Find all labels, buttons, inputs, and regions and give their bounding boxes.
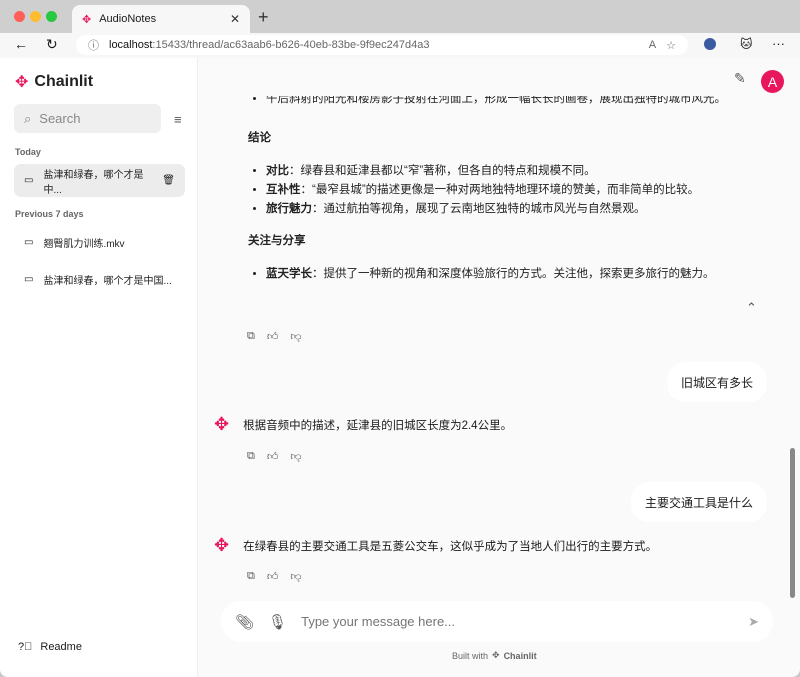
thread-item[interactable]: ▭ 翘臀肌力训练.mkv (14, 226, 185, 259)
thread-title: 盐津和绿春，哪个才是中... (43, 169, 144, 196)
chainlit-logo-icon: ✥ (492, 650, 500, 660)
chainlit-avatar-icon: ✥ (214, 535, 230, 555)
address-bar[interactable]: ⓘ localhost:15433/thread/ac63aab6-b626-4… (76, 35, 688, 55)
sidebar: ✥ Chainlit ⌕ Search ≡ Today ▭ 盐津和绿春，哪个才是中..… (0, 58, 198, 677)
copy-icon[interactable]: ⧉ (247, 570, 255, 583)
search-input[interactable]: ⌕ Search (14, 104, 161, 133)
copy-icon[interactable]: ⧉ (247, 450, 255, 463)
group-label-today: Today (15, 147, 41, 157)
assistant-message: ✥ 在绿春县的主要交通工具是五菱公交车，这似乎成为了当地人们出行的主要方式。 (214, 535, 657, 556)
list-item: 旅行魅力：通过航拍等视角，展现了云南地区独特的城市风光与自然景观。 (266, 200, 699, 219)
tab-title: AudioNotes (99, 13, 157, 25)
thumbs-up-icon[interactable]: 👍︎ (267, 330, 279, 343)
filter-icon[interactable]: ≡ (174, 112, 182, 127)
avatar[interactable]: A (761, 70, 784, 93)
message-text: 主要交通工具是什么 (644, 495, 753, 510)
extension-icon[interactable] (704, 38, 716, 50)
thumbs-up-icon[interactable]: 👍︎ (267, 570, 279, 583)
extension-cat-icon[interactable]: 🐱 (740, 37, 753, 51)
thumbs-up-icon[interactable]: 👍︎ (267, 450, 279, 463)
built-with-footer[interactable]: Built with ✥ Chainlit (452, 650, 537, 661)
heading-share: 关注与分享 (248, 235, 306, 247)
delete-icon[interactable]: 🗑 (162, 175, 175, 186)
minimize-window-button[interactable] (30, 11, 41, 22)
thumbs-down-icon[interactable]: 👎︎ (290, 450, 301, 463)
thumbs-down-icon[interactable]: 👎︎ (290, 570, 301, 583)
message-actions: ⧉ 👍︎ 👎︎ (247, 330, 302, 343)
new-chat-icon[interactable]: ✎ (734, 70, 746, 87)
copy-icon[interactable]: ⧉ (247, 330, 255, 343)
footer-brand: Chainlit (503, 650, 537, 661)
readme-button[interactable]: ?⃝ Readme (18, 641, 82, 653)
thumbs-down-icon[interactable]: 👎︎ (290, 330, 301, 343)
scrollbar[interactable] (790, 448, 795, 598)
send-icon[interactable]: ➤ (748, 614, 759, 630)
chat-bubble-icon: ▭ (24, 237, 34, 248)
url-host: localhost (109, 39, 153, 51)
browser-tab[interactable]: ✥ AudioNotes ✕ (72, 5, 250, 33)
reload-button[interactable]: ↻ (46, 36, 58, 53)
app-page: ✥ Chainlit ⌕ Search ≡ Today ▭ 盐津和绿春，哪个才是中..… (0, 58, 800, 677)
built-with-text: Built with (452, 650, 489, 661)
message-input[interactable] (301, 614, 735, 629)
message-composer: 📎︎ 🎙︎ ➤ (221, 601, 773, 642)
list-item: 对比：绿春县和延津县都以“窄”著称，但各自的特点和规模不同。 (266, 162, 699, 181)
close-tab-icon[interactable]: ✕ (230, 12, 240, 26)
url-path: :15433/thread/ac63aab6-b626-40eb-83be-9f… (152, 39, 430, 51)
brand-name: Chainlit (34, 73, 94, 90)
more-menu-icon[interactable]: ··· (772, 36, 785, 51)
chainlit-logo-icon: ✥ (15, 74, 29, 91)
back-button[interactable]: ← (14, 36, 28, 52)
message-actions: ⧉ 👍︎ 👎︎ (247, 450, 302, 463)
thread-item[interactable]: ▭ 盐津和绿春，哪个才是中国... (14, 263, 185, 296)
thread-item[interactable]: ▭ 盐津和绿春，哪个才是中... 🗑 (14, 164, 185, 197)
assistant-message: ✥ 根据音频中的描述，延津县的旧城区长度为2.4公里。 (214, 414, 512, 435)
close-window-button[interactable] (14, 11, 25, 22)
readme-label: Readme (40, 641, 82, 653)
message-partial: 午后斜射的阳光和楼房影子投射在河面上，形成一幅长长的画卷，展现出独特的城市风光。 (248, 96, 768, 110)
bullet-text: 午后斜射的阳光和楼房影子投射在河面上，形成一幅长长的画卷，展现出独特的城市风光。 (266, 96, 768, 109)
chainlit-logo-icon: ✥ (82, 13, 92, 26)
chat-bubble-icon: ▭ (24, 175, 34, 186)
message-text: 在绿春县的主要交通工具是五菱公交车，这似乎成为了当地人们出行的主要方式。 (243, 540, 658, 553)
chat-bubble-icon: ▭ (24, 274, 34, 285)
message-actions: ⧉ 👍︎ 👎︎ (247, 570, 302, 583)
help-icon: ?⃝ (18, 641, 33, 653)
message-text: 根据音频中的描述，延津县的旧城区长度为2.4公里。 (243, 419, 513, 432)
list-item: 互补性：“最窄县城”的描述更像是一种对两地独特地理环境的赞美，而非简单的比较。 (266, 181, 699, 200)
conclusion-list: 对比：绿春县和延津县都以“窄”著称，但各自的特点和规模不同。 互补性：“最窄县城… (248, 162, 699, 219)
favorite-star-icon[interactable]: ☆ (666, 39, 676, 52)
collapse-chevron-up-icon[interactable]: ⌃ (746, 300, 757, 316)
group-label-previous: Previous 7 days (15, 209, 84, 219)
read-aloud-icon[interactable]: A (649, 39, 656, 51)
attach-paperclip-icon[interactable]: 📎︎ (235, 613, 254, 631)
chainlit-avatar-icon: ✥ (214, 414, 230, 434)
search-icon: ⌕ (24, 110, 32, 126)
share-list: 蓝天学长：提供了一种新的视角和深度体验旅行的方式。关注他，探索更多旅行的魅力。 (248, 265, 715, 284)
thread-title: 盐津和绿春，哪个才是中国... (43, 276, 172, 287)
list-item: 蓝天学长：提供了一种新的视角和深度体验旅行的方式。关注他，探索更多旅行的魅力。 (266, 265, 715, 284)
message-text: 旧城区有多长 (680, 375, 753, 390)
maximize-window-button[interactable] (46, 11, 57, 22)
user-message: 主要交通工具是什么 (630, 482, 767, 522)
microphone-icon[interactable]: 🎙︎ (268, 613, 287, 631)
user-message: 旧城区有多长 (666, 362, 767, 402)
brand-logo: ✥ Chainlit (15, 72, 93, 92)
thread-title: 翘臀肌力训练.mkv (43, 239, 125, 250)
info-icon[interactable]: ⓘ (88, 37, 99, 53)
search-placeholder: Search (39, 111, 81, 126)
heading-conclusion: 结论 (248, 132, 271, 144)
new-tab-button[interactable]: + (258, 7, 269, 28)
